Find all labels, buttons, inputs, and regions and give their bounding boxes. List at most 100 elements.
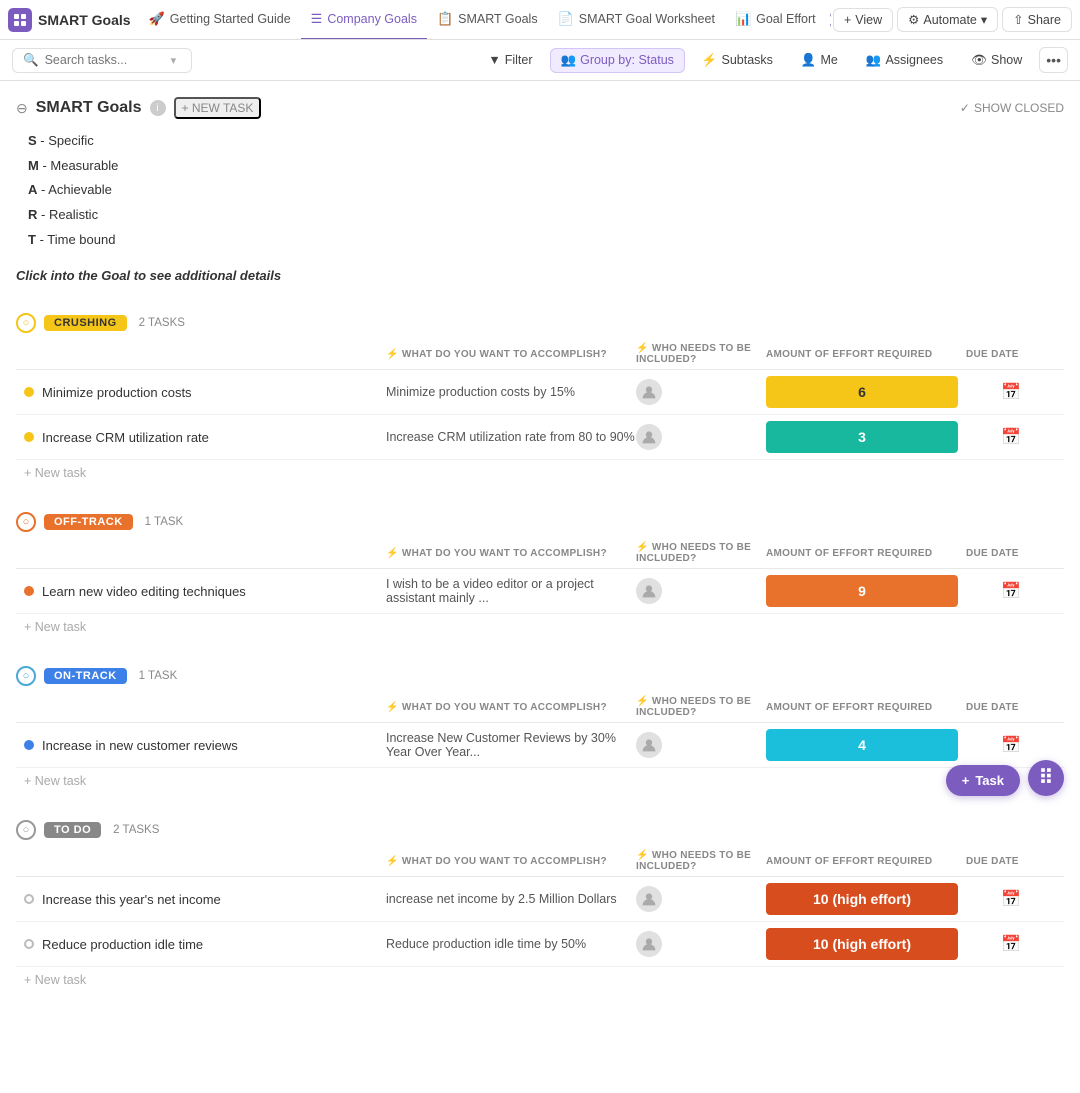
search-dropdown-icon[interactable]: ▾: [171, 54, 177, 67]
task-accomplish: Increase New Customer Reviews by 30% Yea…: [386, 731, 636, 759]
effort-cell: 6: [766, 376, 966, 408]
calendar-icon[interactable]: 📅: [1001, 427, 1021, 447]
more-options-button[interactable]: •••: [1039, 47, 1068, 73]
table-row: Increase in new customer reviews Increas…: [16, 723, 1064, 768]
group-by-button[interactable]: 👥 Group by: Status: [550, 48, 685, 73]
table-row: Learn new video editing techniques I wis…: [16, 569, 1064, 614]
more-tabs-button[interactable]: ▶: [830, 9, 831, 31]
tab-smart-worksheet[interactable]: 📄 SMART Goal Worksheet: [548, 0, 725, 40]
toolbar: 🔍 ▾ ▼ Filter 👥 Group by: Status ⚡ Subtas…: [0, 40, 1080, 81]
tab-getting-started-label: Getting Started Guide: [170, 12, 291, 26]
show-closed-button[interactable]: ✓ SHOW CLOSED: [960, 101, 1064, 115]
new-task-row[interactable]: + New task: [16, 460, 1064, 486]
new-task-row[interactable]: + New task: [16, 967, 1064, 993]
info-icon[interactable]: i: [150, 100, 166, 116]
group-collapse-on-track[interactable]: ○: [16, 666, 36, 686]
effort-cell: 10 (high effort): [766, 883, 966, 915]
show-button[interactable]: 👁 Show: [960, 48, 1033, 73]
due-date-cell: 📅: [966, 427, 1056, 447]
group-collapse-to-do[interactable]: ○: [16, 820, 36, 840]
task-name[interactable]: Increase this year's net income: [42, 892, 221, 907]
share-button[interactable]: ⇧ Share: [1002, 7, 1072, 32]
smart-item-s: S - Specific: [28, 129, 1064, 154]
effort-bar[interactable]: 9: [766, 575, 958, 607]
task-accomplish: Reduce production idle time by 50%: [386, 937, 636, 951]
filter-icon: ▼: [488, 53, 500, 67]
tasks-to-do: Increase this year's net income increase…: [16, 877, 1064, 967]
tab-goal-effort-icon: 📊: [735, 11, 751, 27]
task-status-dot: [24, 586, 34, 596]
new-task-row[interactable]: + New task: [16, 768, 1064, 794]
new-task-row[interactable]: + New task: [16, 614, 1064, 640]
me-icon: 👤: [801, 53, 817, 68]
task-status-dot: [24, 894, 34, 904]
top-nav: SMART Goals 🚀 Getting Started Guide ☰ Co…: [0, 0, 1080, 40]
col-header-to-do: ⚡ WHAT DO YOU WANT TO ACCOMPLISH? ⚡ WHO …: [16, 846, 1064, 877]
group-count-off-track: 1 TASK: [145, 516, 184, 528]
due-date-cell: 📅: [966, 934, 1056, 954]
group-collapse-off-track[interactable]: ○: [16, 512, 36, 532]
col-taskname: [24, 850, 386, 872]
due-date-cell: 📅: [966, 889, 1056, 909]
effort-bar[interactable]: 10 (high effort): [766, 928, 958, 960]
group-badge-crushing: CRUSHING: [44, 315, 127, 331]
person-icon: [641, 936, 657, 952]
page-header: ⊖ SMART Goals i + NEW TASK ✓ SHOW CLOSED: [16, 97, 1064, 119]
due-date-cell: 📅: [966, 581, 1056, 601]
avatar: [636, 578, 662, 604]
subtasks-button[interactable]: ⚡ Subtasks: [691, 48, 784, 73]
effort-bar[interactable]: 3: [766, 421, 958, 453]
calendar-icon[interactable]: 📅: [1001, 382, 1021, 402]
col-duedate: DUE DATE: [966, 343, 1056, 365]
assignees-button[interactable]: 👥 Assignees: [855, 48, 954, 73]
effort-bar[interactable]: 6: [766, 376, 958, 408]
task-name[interactable]: Reduce production idle time: [42, 937, 203, 952]
avatar: [636, 931, 662, 957]
effort-bar[interactable]: 4: [766, 729, 958, 761]
task-name[interactable]: Minimize production costs: [42, 385, 192, 400]
new-task-button[interactable]: + NEW TASK: [174, 97, 262, 119]
show-icon: 👁: [971, 53, 987, 68]
task-name[interactable]: Increase CRM utilization rate: [42, 430, 209, 445]
search-input[interactable]: [45, 53, 165, 67]
tab-smart-goals-icon: 📋: [437, 11, 453, 27]
task-name[interactable]: Increase in new customer reviews: [42, 738, 238, 753]
tab-smart-goals[interactable]: 📋 SMART Goals: [427, 0, 548, 40]
groups-container: ○ CRUSHING 2 TASKS ⚡ WHAT DO YOU WANT TO A…: [16, 307, 1064, 993]
smart-item-a: A - Achievable: [28, 178, 1064, 203]
nav-actions: + View ⚙ Automate ▾ ⇧ Share: [833, 7, 1072, 32]
effort-bar[interactable]: 10 (high effort): [766, 883, 958, 915]
search-box[interactable]: 🔍 ▾: [12, 48, 192, 73]
table-row: Reduce production idle time Reduce produ…: [16, 922, 1064, 967]
avatar-cell: [636, 732, 766, 758]
tab-getting-started[interactable]: 🚀 Getting Started Guide: [139, 0, 301, 40]
task-status-dot: [24, 387, 34, 397]
smart-item-t: T - Time bound: [28, 228, 1064, 253]
avatar: [636, 379, 662, 405]
task-fab-button[interactable]: + Task: [946, 765, 1020, 796]
view-button[interactable]: + View: [833, 8, 893, 32]
task-accomplish: increase net income by 2.5 Million Dolla…: [386, 892, 636, 906]
col-effort: AMOUNT OF EFFORT REQUIRED: [766, 542, 966, 564]
tab-goal-effort[interactable]: 📊 Goal Effort: [725, 0, 826, 40]
group-count-to-do: 2 TASKS: [113, 824, 159, 836]
dots-fab-button[interactable]: ⠿: [1028, 760, 1064, 796]
automate-button[interactable]: ⚙ Automate ▾: [897, 7, 998, 32]
calendar-icon[interactable]: 📅: [1001, 934, 1021, 954]
task-status-dot: [24, 740, 34, 750]
col-duedate: DUE DATE: [966, 696, 1056, 718]
task-name[interactable]: Learn new video editing techniques: [42, 584, 246, 599]
group-header-to-do: ○TO DO2 TASKS: [16, 814, 1064, 846]
calendar-icon[interactable]: 📅: [1001, 889, 1021, 909]
page-collapse-icon[interactable]: ⊖: [16, 100, 28, 117]
me-button[interactable]: 👤 Me: [790, 48, 849, 73]
task-accomplish: Minimize production costs by 15%: [386, 385, 636, 399]
calendar-icon[interactable]: 📅: [1001, 581, 1021, 601]
filter-button[interactable]: ▼ Filter: [477, 48, 543, 72]
calendar-icon[interactable]: 📅: [1001, 735, 1021, 755]
person-icon: [641, 384, 657, 400]
tab-company-goals[interactable]: ☰ Company Goals: [301, 0, 427, 40]
app-logo[interactable]: SMART Goals: [8, 8, 131, 32]
group-by-icon: 👥: [561, 53, 577, 68]
group-collapse-crushing[interactable]: ○: [16, 313, 36, 333]
